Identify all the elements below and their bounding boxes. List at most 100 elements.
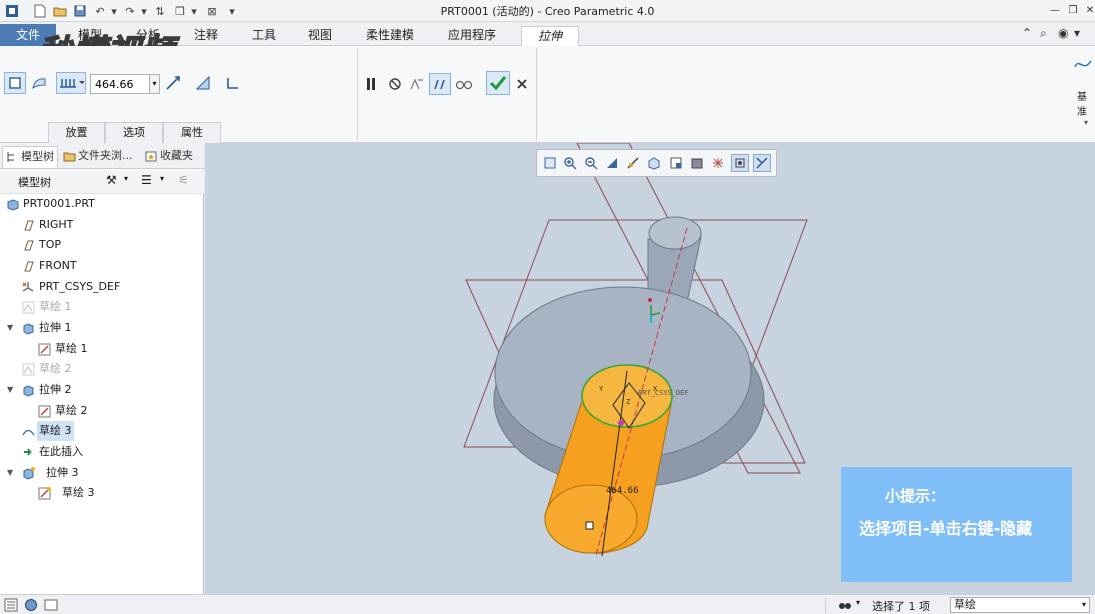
tree-item-label: 草绘 3 [62,486,95,499]
solid-extrude-button[interactable] [4,72,26,94]
datum-plane-icon [24,220,34,231]
tree-item-label: 草绘 1 [39,300,72,313]
settings-tool-icon[interactable]: ⚒ [106,173,117,187]
extrude-ribbon: ▾ 基准 ▾ 放置 选项 属性 [0,46,1095,143]
spin-center-icon[interactable] [731,154,749,172]
datum-dropdown-icon[interactable]: ▾ [1084,118,1088,127]
help-icon[interactable]: ◉ [1058,26,1068,40]
zoom-out-icon[interactable] [582,154,600,172]
tab-view[interactable]: 视图 [302,26,338,46]
find-dropdown-icon[interactable]: ▾ [856,598,860,607]
tree-item-sketch2-hidden[interactable]: 草绘 2 [0,359,200,379]
no-preview-button[interactable] [384,73,406,95]
view-manager-icon[interactable] [667,154,685,172]
selection-filter-select[interactable]: 草绘 ▾ [950,597,1090,613]
tab-folder-browser[interactable]: 文件夹浏... [60,146,138,168]
tree-item-csys[interactable]: PRT_CSYS_DEF [0,277,200,297]
tree-item-sketch1[interactable]: 草绘 1 [0,339,200,359]
minimize-button[interactable]: — [1046,2,1064,18]
tree-item-right[interactable]: RIGHT [0,215,200,235]
folder-icon [63,152,76,162]
tree-item-label: 草绘 2 [55,404,88,417]
no-preview-icon [389,78,401,90]
filter-icon[interactable]: ⚟ [178,173,189,187]
show-list-icon[interactable]: ☰ [141,173,152,187]
tab-applications[interactable]: 应用程序 [440,26,504,46]
tree-item-sketch1-hidden[interactable]: 草绘 1 [0,297,200,317]
tree-item-sketch2[interactable]: 草绘 2 [0,401,200,421]
verify-mode-button[interactable] [453,73,475,95]
part-icon [7,199,19,211]
show-dropdown-icon[interactable]: ▾ [160,174,164,183]
tree-item-extrude3[interactable]: ▼ 拉伸 3 [0,463,200,483]
search-icon[interactable]: ⌕ [1040,26,1047,41]
boss-top-face[interactable] [648,216,702,250]
subtab-placement[interactable]: 放置 [48,122,105,143]
cancel-button[interactable] [511,73,533,95]
graphics-window[interactable]: Y X Z PRT_CSYS_DEF 464.66 小提示： 选择项目-单击右键… [205,143,1095,594]
checkmark-icon [489,76,507,91]
thicken-sketch-button[interactable] [222,72,244,94]
show-navigator-icon[interactable] [4,598,18,614]
tab-model-tree-label: 模型树 [21,150,54,163]
expand-icon[interactable]: ▼ [7,469,15,477]
reorient-icon[interactable] [624,154,642,172]
depth-drag-handle[interactable] [585,521,594,530]
find-icon[interactable] [838,598,852,614]
repaint-icon[interactable] [603,154,621,172]
tree-item-part[interactable]: PRT0001.PRT [0,194,200,214]
refit-icon[interactable] [541,154,559,172]
datum-display-icon[interactable] [709,154,727,172]
csys-origin-icon [648,298,652,302]
flip-direction-button[interactable] [162,72,184,94]
tab-favorites-label: 收藏夹 [160,149,193,162]
pause-button[interactable] [360,73,382,95]
flip-arrow-icon [166,76,180,90]
tab-favorites[interactable]: 收藏夹 [142,146,200,168]
expand-icon[interactable]: ▼ [7,324,15,332]
subtab-properties[interactable]: 属性 [163,122,221,143]
show-browser-icon[interactable] [24,598,38,614]
sketch-icon [22,429,35,436]
subtab-options[interactable]: 选项 [105,122,163,143]
blind-depth-icon [60,79,84,88]
close-icon [517,79,527,89]
ok-button[interactable] [486,71,510,95]
tree-item-insert-here[interactable]: 在此插入 [0,442,200,462]
center-point[interactable] [618,420,624,426]
datum-button[interactable] [1072,54,1094,76]
window-title: PRT0001 (活动的) - Creo Parametric 4.0 [440,5,655,18]
sketch-icon [22,301,35,314]
help-dropdown-icon[interactable]: ▾ [1074,26,1080,40]
annotation-display-icon[interactable] [753,154,771,172]
depth-dimension-label[interactable]: 464.66 [606,486,639,496]
model-tree-toolbar: 模型树 ⚒ ▾ ☰ ▾ ⚟ [0,170,204,194]
saved-orientations-icon[interactable] [645,154,663,172]
zoom-in-icon[interactable] [561,154,579,172]
close-button[interactable]: ✕ [1081,2,1095,18]
tree-item-extrude2[interactable]: ▼ 拉伸 2 [0,380,200,400]
tree-item-top[interactable]: TOP [0,235,200,255]
full-screen-icon[interactable] [44,598,58,614]
collapse-ribbon-icon[interactable]: ⌃ [1022,26,1032,40]
tab-tools[interactable]: 工具 [246,26,282,46]
remove-material-button[interactable] [192,72,214,94]
attached-preview-button[interactable] [406,73,428,95]
expand-icon[interactable]: ▼ [7,386,15,394]
depth-dropdown-icon[interactable]: ▾ [149,74,160,94]
geometry-preview-button[interactable] [429,73,451,95]
tree-item-front[interactable]: FRONT [0,256,200,276]
tree-item-extrude1[interactable]: ▼ 拉伸 1 [0,318,200,338]
selection-count[interactable]: 选择了 1 项 [872,598,930,614]
tab-extrude[interactable]: 拉伸 [521,26,579,46]
surface-extrude-button[interactable] [28,72,50,94]
depth-type-button[interactable] [56,72,86,94]
tree-item-sketch3[interactable]: 草绘 3 [0,421,200,441]
tree-item-label: PRT0001.PRT [23,197,95,210]
display-style-icon[interactable] [688,154,706,172]
tree-item-sketch3-new[interactable]: 草绘 3 [0,483,200,503]
settings-dropdown-icon[interactable]: ▾ [124,174,128,183]
tab-model-tree[interactable]: 模型树 [2,146,58,168]
restore-button[interactable]: ❐ [1064,2,1082,18]
tab-flexible-modeling[interactable]: 柔性建模 [358,26,422,46]
